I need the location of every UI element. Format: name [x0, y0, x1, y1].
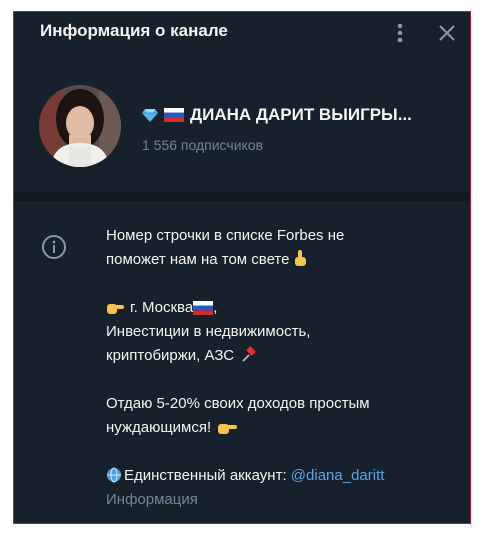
globe-icon	[107, 467, 121, 483]
about-line: Инвестиции в недвижимость,	[106, 323, 311, 340]
account-link[interactable]: @diana_daritt	[291, 467, 385, 484]
close-button[interactable]	[434, 20, 460, 46]
about-line: криптобиржи, АЗС	[106, 347, 235, 364]
about-line: поможет нам на том свете	[106, 251, 290, 268]
about-line: ,	[213, 299, 218, 316]
channel-avatar[interactable]	[39, 85, 121, 167]
about-line: г. Москва	[130, 299, 194, 316]
russia-flag-icon	[164, 108, 184, 122]
gem-icon	[142, 109, 158, 122]
channel-name: ДИАНА ДАРИТ ВЫИГРЫ...	[142, 105, 452, 125]
panel-header: Информация о канале	[14, 12, 470, 54]
avatar-photo	[39, 85, 121, 167]
pushpin-icon	[242, 346, 256, 362]
more-button[interactable]	[387, 20, 413, 46]
more-vertical-icon	[397, 23, 403, 43]
pointing-right-icon	[218, 424, 238, 434]
close-icon	[439, 25, 455, 41]
pointing-up-icon	[295, 250, 307, 266]
russia-flag-icon	[193, 301, 214, 315]
section-divider	[14, 192, 470, 201]
channel-info-panel: Информация о канале ДИАНА ДАРИТ ВЫИГРЫ..…	[13, 11, 471, 524]
pointing-right-icon	[107, 304, 124, 314]
about-line: Номер строчки в списке Forbes не	[106, 227, 345, 244]
channel-name-text: ДИАНА ДАРИТ ВЫИГРЫ...	[190, 105, 412, 124]
about-line: нуждающимся!	[106, 419, 212, 436]
section-label: Информация	[106, 491, 198, 508]
info-icon	[42, 235, 66, 259]
subscriber-count: 1 556 подписчиков	[142, 137, 264, 153]
channel-description: Номер строчки в списке Forbes не поможет…	[106, 224, 446, 523]
account-prefix: Единственный аккаунт:	[124, 467, 291, 484]
about-line: Отдаю 5-20% своих доходов простым	[106, 395, 370, 412]
panel-title: Информация о канале	[40, 21, 228, 40]
